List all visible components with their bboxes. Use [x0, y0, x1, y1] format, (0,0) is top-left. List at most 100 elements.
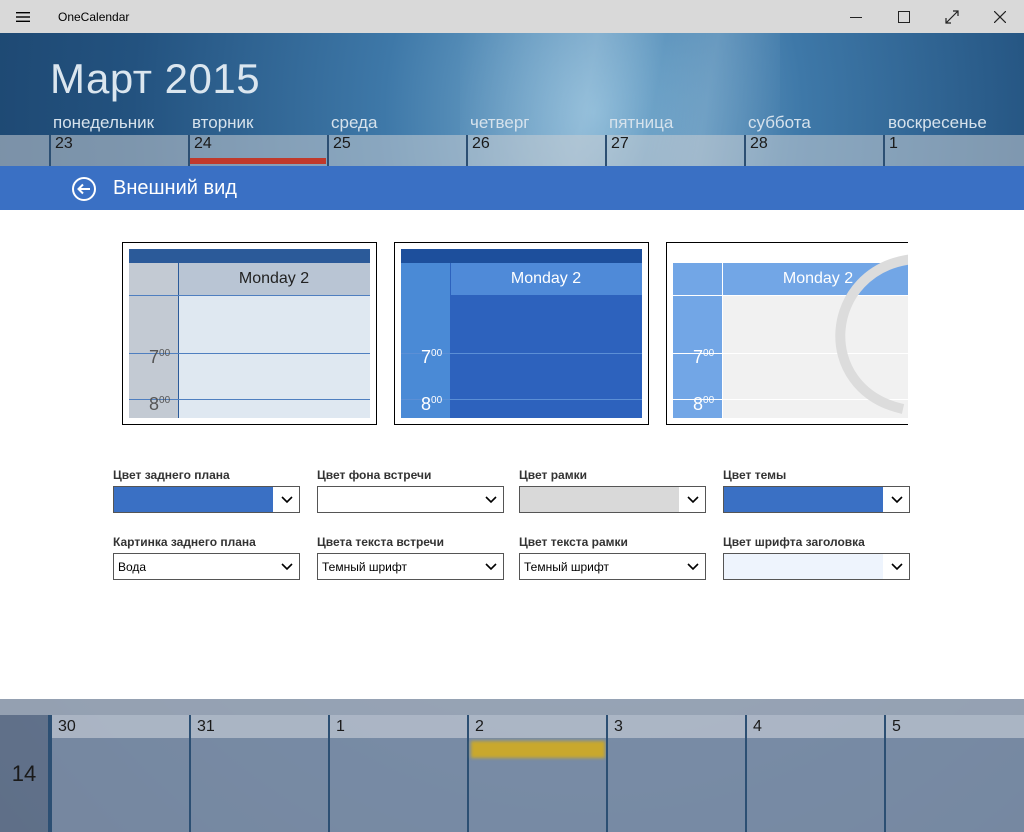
field-label: Цвет фона встречи — [317, 468, 432, 482]
day-cell[interactable]: 3 — [606, 715, 745, 832]
back-arrow-icon — [77, 183, 90, 195]
day-cell[interactable]: 26 — [466, 135, 605, 167]
day-cell[interactable]: 30 — [50, 715, 189, 832]
day-cell[interactable]: 4 — [745, 715, 884, 832]
panel-title: Внешний вид — [113, 177, 237, 199]
day-number: 1 — [330, 715, 467, 738]
chevron-down-icon — [477, 554, 503, 579]
chevron-down-icon — [883, 554, 909, 579]
theme-preview-light[interactable]: Monday 2 700 800 — [122, 242, 377, 425]
weekday-label: пятница — [609, 113, 674, 132]
preview-time-minutes: 00 — [159, 395, 171, 406]
day-number: 31 — [191, 715, 328, 738]
maximize-icon — [898, 10, 910, 23]
field-label: Цвет рамки — [519, 468, 587, 482]
day-cell[interactable]: 25 — [327, 135, 466, 167]
day-number: 24 — [194, 135, 212, 152]
dropdown-value: Вода — [118, 559, 147, 574]
preview-day-label: Monday 2 — [238, 270, 310, 287]
day-number: 25 — [333, 135, 351, 152]
frame-color-dropdown[interactable] — [519, 486, 706, 513]
theme-preview-white[interactable]: Monday 2 700 800 — [666, 242, 908, 425]
minimize-icon — [850, 16, 862, 18]
background-color-dropdown[interactable] — [113, 486, 300, 513]
day-cell[interactable]: 28 — [744, 135, 883, 167]
background-image-dropdown[interactable]: Вода — [113, 553, 300, 580]
weekday-header-row: понедельник вторник среда четверг пятниц… — [0, 113, 1024, 135]
preview-time-minutes: 00 — [431, 395, 443, 406]
color-swatch — [520, 487, 679, 512]
chevron-down-icon — [883, 487, 909, 512]
appointment-text-color-dropdown[interactable]: Темный шрифт — [317, 553, 504, 580]
weekday-label: вторник — [192, 113, 254, 132]
field-label: Цвет шрифта заголовка — [723, 535, 865, 549]
weekday-label: понедельник — [53, 113, 155, 132]
appointment-bg-color-dropdown[interactable] — [317, 486, 504, 513]
day-number: 28 — [750, 135, 768, 152]
day-number: 23 — [55, 135, 73, 152]
close-icon — [994, 10, 1006, 23]
day-number: 4 — [747, 715, 884, 738]
fullscreen-button[interactable] — [928, 0, 976, 33]
preview-day-label: Monday 2 — [510, 270, 582, 287]
field-label: Картинка заднего плана — [113, 535, 256, 549]
field-label: Цвет заднего плана — [113, 468, 230, 482]
frame-text-color-dropdown[interactable]: Темный шрифт — [519, 553, 706, 580]
chevron-down-icon — [679, 487, 705, 512]
theme-preview-blue[interactable]: Monday 2 700 800 — [394, 242, 649, 425]
weekday-label: воскресенье — [888, 113, 987, 132]
week-date-row: 23 24 25 26 27 28 1 — [0, 135, 1024, 167]
preview-time-8: 8 — [421, 394, 432, 414]
frame-text-color-setting: Цвет текста рамки Темный шрифт — [519, 535, 706, 580]
preview-time-minutes: 00 — [431, 348, 443, 359]
appointment-text-color-setting: Цвета текста встречи Темный шрифт — [317, 535, 504, 580]
day-cell[interactable]: 1 — [883, 135, 1022, 167]
hamburger-menu-icon[interactable] — [0, 0, 46, 33]
app-title: OneCalendar — [58, 9, 130, 24]
minimize-button[interactable] — [832, 0, 880, 33]
day-cell[interactable]: 2 — [467, 715, 606, 832]
color-swatch — [724, 554, 883, 579]
calendar-divider-strip — [0, 699, 1024, 715]
day-number: 1 — [889, 135, 898, 152]
back-button[interactable] — [72, 177, 96, 201]
day-cell[interactable]: 5 — [884, 715, 1024, 832]
week-number: 14 — [0, 715, 50, 832]
theme-preview-strip[interactable]: Monday 2 700 800 Monday 2 700 800 Monday… — [122, 242, 908, 425]
header-font-color-dropdown[interactable] — [723, 553, 910, 580]
chevron-down-icon — [679, 554, 705, 579]
background-image-setting: Картинка заднего плана Вода — [113, 535, 300, 580]
field-label: Цвета текста встречи — [317, 535, 445, 549]
color-swatch — [318, 487, 477, 512]
chevron-down-icon — [273, 554, 299, 579]
fullscreen-icon — [945, 9, 959, 24]
preview-decoration — [835, 254, 908, 414]
weekday-label: четверг — [470, 113, 530, 132]
day-cell[interactable]: 23 — [49, 135, 188, 167]
frame-color-setting: Цвет рамки — [519, 468, 706, 513]
header-font-color-setting: Цвет шрифта заголовка — [723, 535, 910, 580]
day-cell[interactable]: 27 — [605, 135, 744, 167]
field-label: Цвет темы — [723, 468, 787, 482]
dropdown-value: Темный шрифт — [322, 559, 407, 574]
preview-time-minutes: 00 — [703, 395, 715, 406]
month-title: Март 2015 — [50, 55, 261, 102]
day-number: 27 — [611, 135, 629, 152]
preview-time-7: 7 — [421, 347, 432, 367]
calendar-event-blurred[interactable] — [471, 741, 605, 758]
day-number: 30 — [52, 715, 189, 738]
dropdown-value: Темный шрифт — [524, 559, 609, 574]
weekday-label: суббота — [748, 113, 811, 132]
preview-time-minutes: 00 — [703, 348, 715, 359]
week-row-bottom: 14 30 31 1 2 3 4 5 — [0, 715, 1024, 832]
day-number: 26 — [472, 135, 490, 152]
day-cell[interactable]: 31 — [189, 715, 328, 832]
theme-color-dropdown[interactable] — [723, 486, 910, 513]
close-button[interactable] — [976, 0, 1024, 33]
day-cell[interactable]: 1 — [328, 715, 467, 832]
maximize-button[interactable] — [880, 0, 928, 33]
day-number: 3 — [608, 715, 745, 738]
title-bar: OneCalendar — [0, 0, 1024, 33]
color-swatch — [724, 487, 883, 512]
preview-time-8: 8 — [149, 394, 160, 414]
